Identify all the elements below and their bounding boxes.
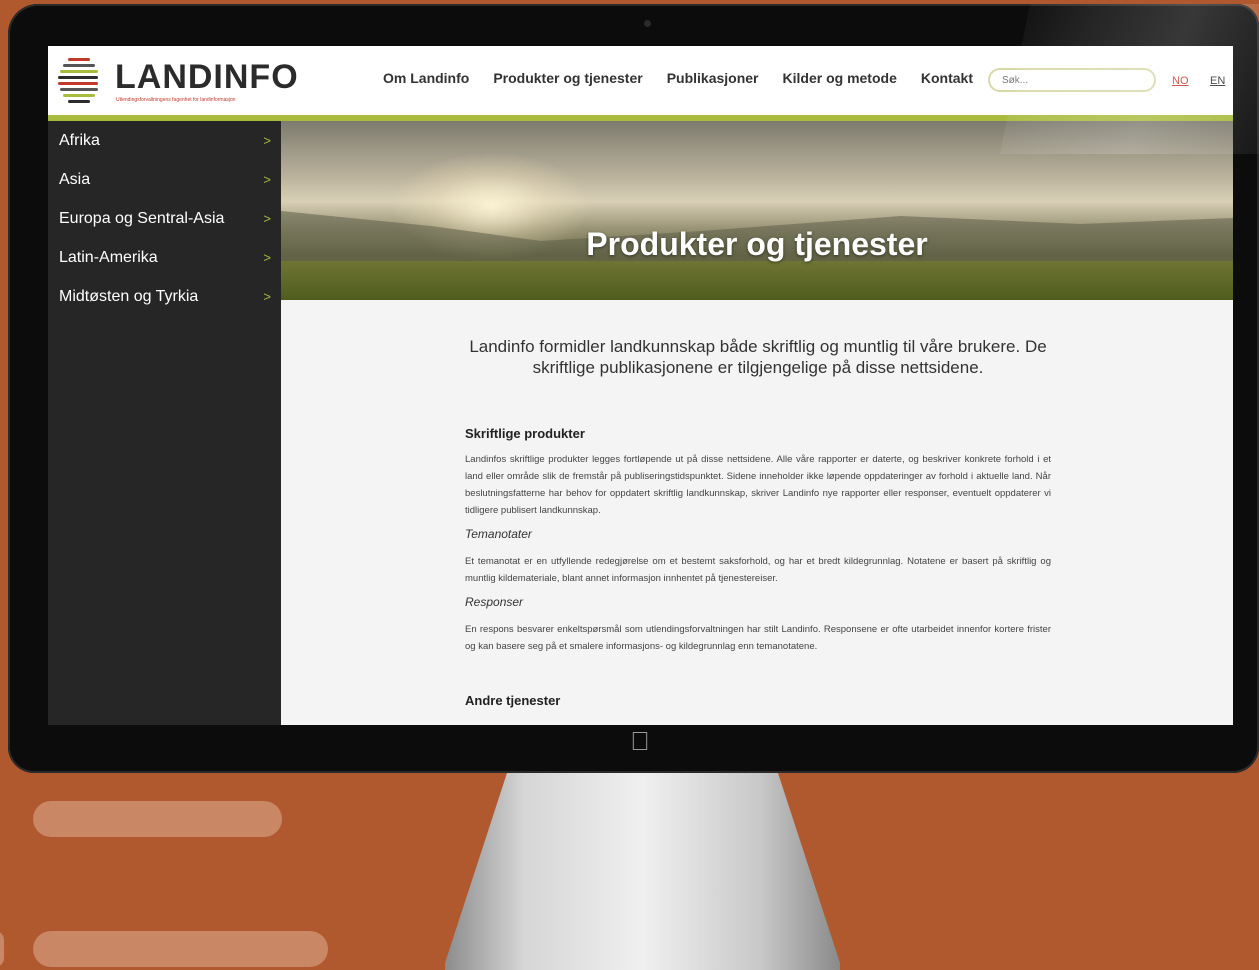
sidebar-item-label: Midtøsten og Tyrkia [59, 288, 199, 305]
decorative-pill [33, 931, 328, 967]
nav-item-kontakt[interactable]: Kontakt [921, 70, 973, 86]
nav-item-om-landinfo[interactable]: Om Landinfo [383, 70, 469, 86]
sidebar-item-label: Latin-Amerika [59, 249, 158, 266]
page-title: Produkter og tjenester [586, 226, 928, 262]
subheading-temanotater: Temanotater [465, 527, 532, 541]
nav-item-produkter[interactable]: Produkter og tjenester [493, 70, 642, 86]
apple-logo-icon:  [628, 728, 652, 754]
region-sidebar: Afrika > Asia > Europa og Sentral-Asia >… [48, 121, 281, 725]
main-content: Landinfo formidler landkunnskap både skr… [465, 336, 1051, 718]
lang-no-link[interactable]: NO [1172, 75, 1189, 87]
section-body-skriftlige: Landinfos skriftlige produkter legges fo… [465, 454, 1051, 516]
landinfo-logo[interactable]: LANDINFO Utlendingsforvaltningens fagenh… [58, 56, 298, 108]
monitor-stand [445, 773, 840, 970]
camera-icon [644, 20, 651, 27]
hero-field [281, 261, 1233, 300]
main-nav: Om Landinfo Produkter og tjenester Publi… [383, 70, 973, 86]
chevron-right-icon: > [263, 250, 271, 265]
logo-name: LANDINFO [115, 58, 299, 96]
chevron-right-icon: > [263, 289, 271, 304]
sidebar-item-label: Europa og Sentral-Asia [59, 210, 225, 227]
lang-en-link[interactable]: EN [1210, 75, 1225, 87]
sidebar-item-asia[interactable]: Asia > [48, 160, 281, 199]
website-screen: LANDINFO Utlendingsforvaltningens fagenh… [48, 46, 1233, 725]
sidebar-item-midtosten[interactable]: Midtøsten og Tyrkia > [48, 277, 281, 316]
search-input[interactable] [988, 68, 1156, 92]
logo-lines-icon [58, 56, 100, 104]
section-heading-skriftlige: Skriftlige produkter [465, 426, 585, 441]
body-temanotater: Et temanotat er en utfyllende redegjørel… [465, 556, 1051, 584]
sidebar-item-label: Asia [59, 171, 91, 188]
sidebar-item-label: Afrika [59, 132, 100, 149]
chevron-right-icon: > [263, 211, 271, 226]
logo-tagline: Utlendingsforvaltningens fagenhet for la… [116, 97, 236, 103]
body-responser: En respons besvarer enkeltspørsmål som u… [465, 624, 1051, 652]
nav-item-publikasjoner[interactable]: Publikasjoner [667, 70, 759, 86]
sidebar-item-afrika[interactable]: Afrika > [48, 121, 281, 160]
decorative-pill [0, 931, 4, 967]
chevron-right-icon: > [263, 133, 271, 148]
subheading-responser: Responser [465, 595, 524, 609]
section-heading-andre: Andre tjenester [465, 693, 561, 708]
sidebar-item-latin-amerika[interactable]: Latin-Amerika > [48, 238, 281, 277]
sidebar-item-europa[interactable]: Europa og Sentral-Asia > [48, 199, 281, 238]
chevron-right-icon: > [263, 172, 271, 187]
intro-text: Landinfo formidler landkunnskap både skr… [469, 337, 1047, 377]
nav-item-kilder[interactable]: Kilder og metode [783, 70, 897, 86]
hero-banner: Produkter og tjenester [281, 121, 1233, 300]
site-header: LANDINFO Utlendingsforvaltningens fagenh… [48, 46, 1233, 121]
decorative-pill [33, 801, 282, 837]
